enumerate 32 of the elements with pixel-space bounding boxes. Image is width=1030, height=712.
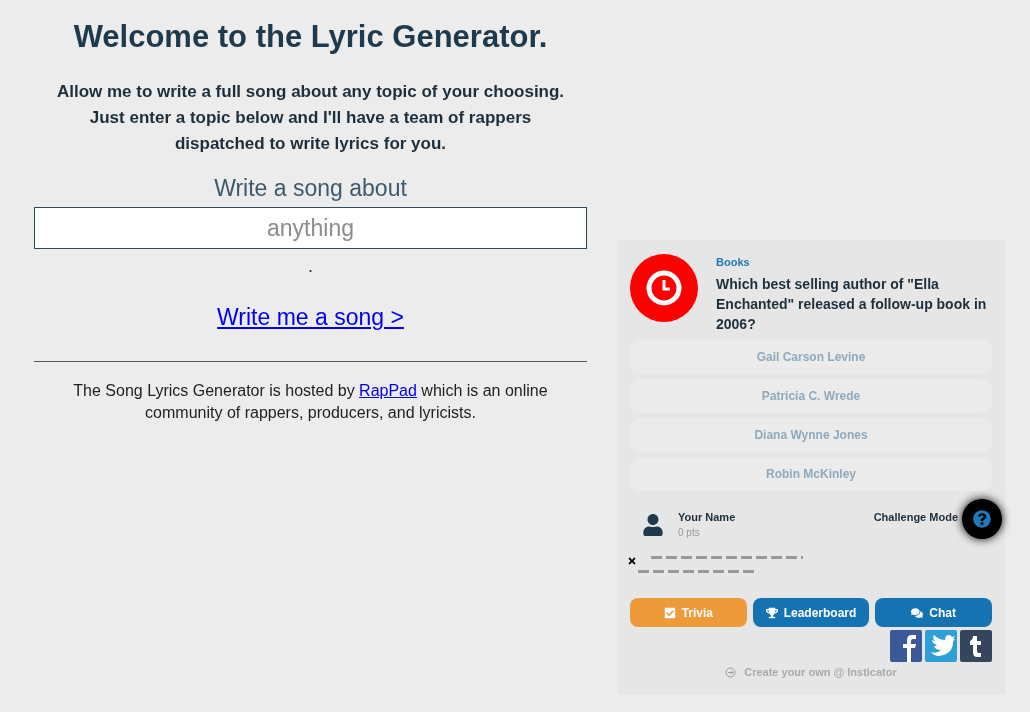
answer-button[interactable]: Gail Carson Levine xyxy=(630,339,992,374)
tab-button[interactable]: Trivia xyxy=(630,598,747,627)
topic-field[interactable]: anything xyxy=(34,207,587,249)
credit-link[interactable]: Create your own @ Insticator xyxy=(744,664,897,681)
checkbox-icon xyxy=(663,606,676,619)
category-label: Books xyxy=(716,255,751,270)
field-label: Write a song about xyxy=(214,173,407,203)
answer-button[interactable]: Diana Wynne Jones xyxy=(630,417,992,452)
tab-button[interactable]: Chat xyxy=(875,598,992,627)
mode-label: Challenge Mode xyxy=(873,509,958,525)
dot-text: . xyxy=(308,255,313,278)
arrow-circle-icon xyxy=(725,666,737,678)
player-points: 0 pts xyxy=(678,526,701,540)
write-song-link[interactable]: Write me a song > xyxy=(217,300,404,335)
page-heading: Welcome to the Lyric Generator. xyxy=(73,18,548,56)
tumblr-icon[interactable] xyxy=(960,630,992,662)
tab-button[interactable]: Leaderboard xyxy=(752,598,870,627)
question-text: Which best selling author of "Ella Enchanted" released a follow-up book in 2006? xyxy=(716,274,988,334)
trophy-icon xyxy=(765,606,778,619)
answer-button[interactable]: Robin McKinley xyxy=(630,456,992,491)
help-button[interactable] xyxy=(962,498,1002,539)
help-icon xyxy=(973,509,991,528)
chat-icon xyxy=(911,606,924,619)
facebook-icon[interactable] xyxy=(890,630,922,662)
user-icon xyxy=(642,513,664,536)
clock-icon xyxy=(630,254,698,322)
rappad-link[interactable]: RapPad xyxy=(359,381,417,399)
intro-text: Allow me to write a full song about any topic of your choosing. Just enter a topic below and I'll have a team of rappers dispatched to write lyrics for you. xyxy=(55,80,566,155)
player-name: Your Name xyxy=(678,509,736,525)
answer-button[interactable]: Patricia C. Wrede xyxy=(630,378,992,413)
footer-text: The Song Lyrics Generator is hosted by RapPad which is an online community of rappers, producers, and lyricists. xyxy=(72,380,549,423)
close-icon[interactable] xyxy=(627,556,637,566)
